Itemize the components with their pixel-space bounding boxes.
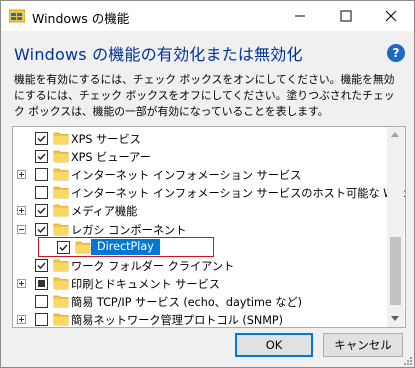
folder-icon bbox=[53, 186, 69, 199]
feature-label: レガシ コンポーネント bbox=[71, 223, 187, 237]
close-button[interactable] bbox=[368, 1, 414, 31]
feature-label: 印刷とドキュメント サービス bbox=[71, 277, 220, 291]
feature-label: ワーク フォルダー クライアント bbox=[71, 259, 235, 273]
folder-icon bbox=[53, 150, 69, 163]
maximize-button[interactable] bbox=[323, 1, 369, 31]
window-title: Windows の機能 bbox=[32, 11, 130, 26]
partial-fill-icon bbox=[38, 279, 45, 287]
folder-icon bbox=[53, 259, 69, 272]
checkmark-icon bbox=[37, 262, 46, 269]
feature-checkbox[interactable] bbox=[35, 186, 48, 200]
feature-checkbox[interactable] bbox=[35, 222, 48, 236]
ok-button[interactable]: OK bbox=[235, 333, 313, 357]
folder-icon bbox=[53, 295, 69, 308]
feature-label: メディア機能 bbox=[71, 205, 138, 219]
feature-checkbox[interactable] bbox=[35, 294, 48, 308]
checkmark-icon bbox=[37, 207, 46, 215]
feature-label: XPS ビューアー bbox=[71, 151, 151, 165]
feature-row[interactable]: ワーク フォルダー クライアント bbox=[13, 256, 387, 274]
scroll-down-icon[interactable] bbox=[391, 316, 399, 321]
checkmark-icon bbox=[37, 226, 46, 233]
resize-grip-icon[interactable] bbox=[402, 355, 412, 365]
feature-label: 簡易 TCP/IP サービス (echo、daytime など) bbox=[71, 295, 303, 309]
vertical-scrollbar[interactable] bbox=[387, 127, 404, 327]
close-icon bbox=[385, 10, 397, 22]
cancel-button[interactable]: キャンセル bbox=[323, 333, 403, 357]
title-bar[interactable]: Windows の機能 bbox=[1, 1, 414, 31]
feature-checkbox[interactable] bbox=[35, 150, 48, 164]
description-text: 機能を有効にするには、チェック ボックスをオンにしてください。機能を無効にするに… bbox=[14, 73, 395, 118]
expand-icon[interactable] bbox=[17, 278, 26, 288]
feature-label: インターネット インフォメーション サービスのホスト可能な Web コア bbox=[71, 187, 406, 201]
windows-features-app-icon bbox=[9, 9, 25, 23]
folder-icon bbox=[53, 204, 69, 217]
folder-icon bbox=[53, 277, 69, 290]
folder-icon bbox=[53, 223, 69, 235]
feature-checkbox[interactable] bbox=[35, 204, 48, 218]
feature-checkbox[interactable] bbox=[35, 313, 48, 326]
feature-row[interactable]: インターネット インフォメーション サービス bbox=[13, 165, 387, 183]
feature-row[interactable]: メディア機能 bbox=[13, 201, 387, 219]
dialog-heading: Windows の機能の有効化または無効化 bbox=[14, 45, 303, 64]
feature-row[interactable]: 簡易 TCP/IP サービス (echo、daytime など) bbox=[13, 292, 387, 310]
feature-row[interactable]: インターネット インフォメーション サービスのホスト可能な Web コア bbox=[13, 183, 405, 201]
feature-row[interactable]: 印刷とドキュメント サービス bbox=[13, 274, 387, 292]
collapse-icon[interactable] bbox=[17, 224, 26, 234]
feature-row[interactable]: XPS サービス bbox=[13, 129, 387, 147]
windows-features-dialog: Windows の機能 Windows の機能の有効化または無効化 ? 機能を有… bbox=[0, 0, 415, 368]
checkmark-icon bbox=[37, 135, 46, 143]
folder-icon bbox=[53, 168, 69, 181]
expand-icon[interactable] bbox=[17, 315, 26, 324]
red-highlight-box bbox=[38, 237, 214, 257]
feature-tree[interactable]: XPS サービス XPS ビューアーインターネット インフォメーション サービスイ… bbox=[12, 126, 406, 328]
help-icon[interactable]: ? bbox=[387, 44, 405, 62]
feature-row[interactable]: XPS ビューアー bbox=[13, 147, 387, 165]
folder-icon bbox=[53, 132, 69, 145]
feature-checkbox[interactable] bbox=[35, 132, 48, 145]
checkmark-icon bbox=[37, 153, 46, 161]
feature-checkbox[interactable] bbox=[35, 276, 48, 290]
feature-row[interactable]: レガシ コンポーネント bbox=[13, 220, 387, 238]
feature-checkbox[interactable] bbox=[35, 168, 48, 182]
feature-row[interactable]: 簡易ネットワーク管理プロトコル (SNMP) bbox=[13, 310, 387, 327]
minimize-icon bbox=[295, 15, 305, 17]
feature-label: XPS サービス bbox=[71, 133, 141, 146]
maximize-icon bbox=[340, 10, 352, 22]
feature-checkbox[interactable] bbox=[35, 258, 48, 272]
scrollbar-thumb[interactable] bbox=[390, 237, 401, 305]
minimize-button[interactable] bbox=[277, 1, 323, 31]
expand-icon[interactable] bbox=[17, 170, 26, 180]
scroll-up-icon[interactable] bbox=[391, 132, 399, 137]
feature-label: インターネット インフォメーション サービス bbox=[71, 169, 302, 183]
folder-icon bbox=[53, 313, 69, 326]
feature-label: 簡易ネットワーク管理プロトコル (SNMP) bbox=[71, 314, 283, 327]
expand-icon[interactable] bbox=[17, 206, 26, 216]
